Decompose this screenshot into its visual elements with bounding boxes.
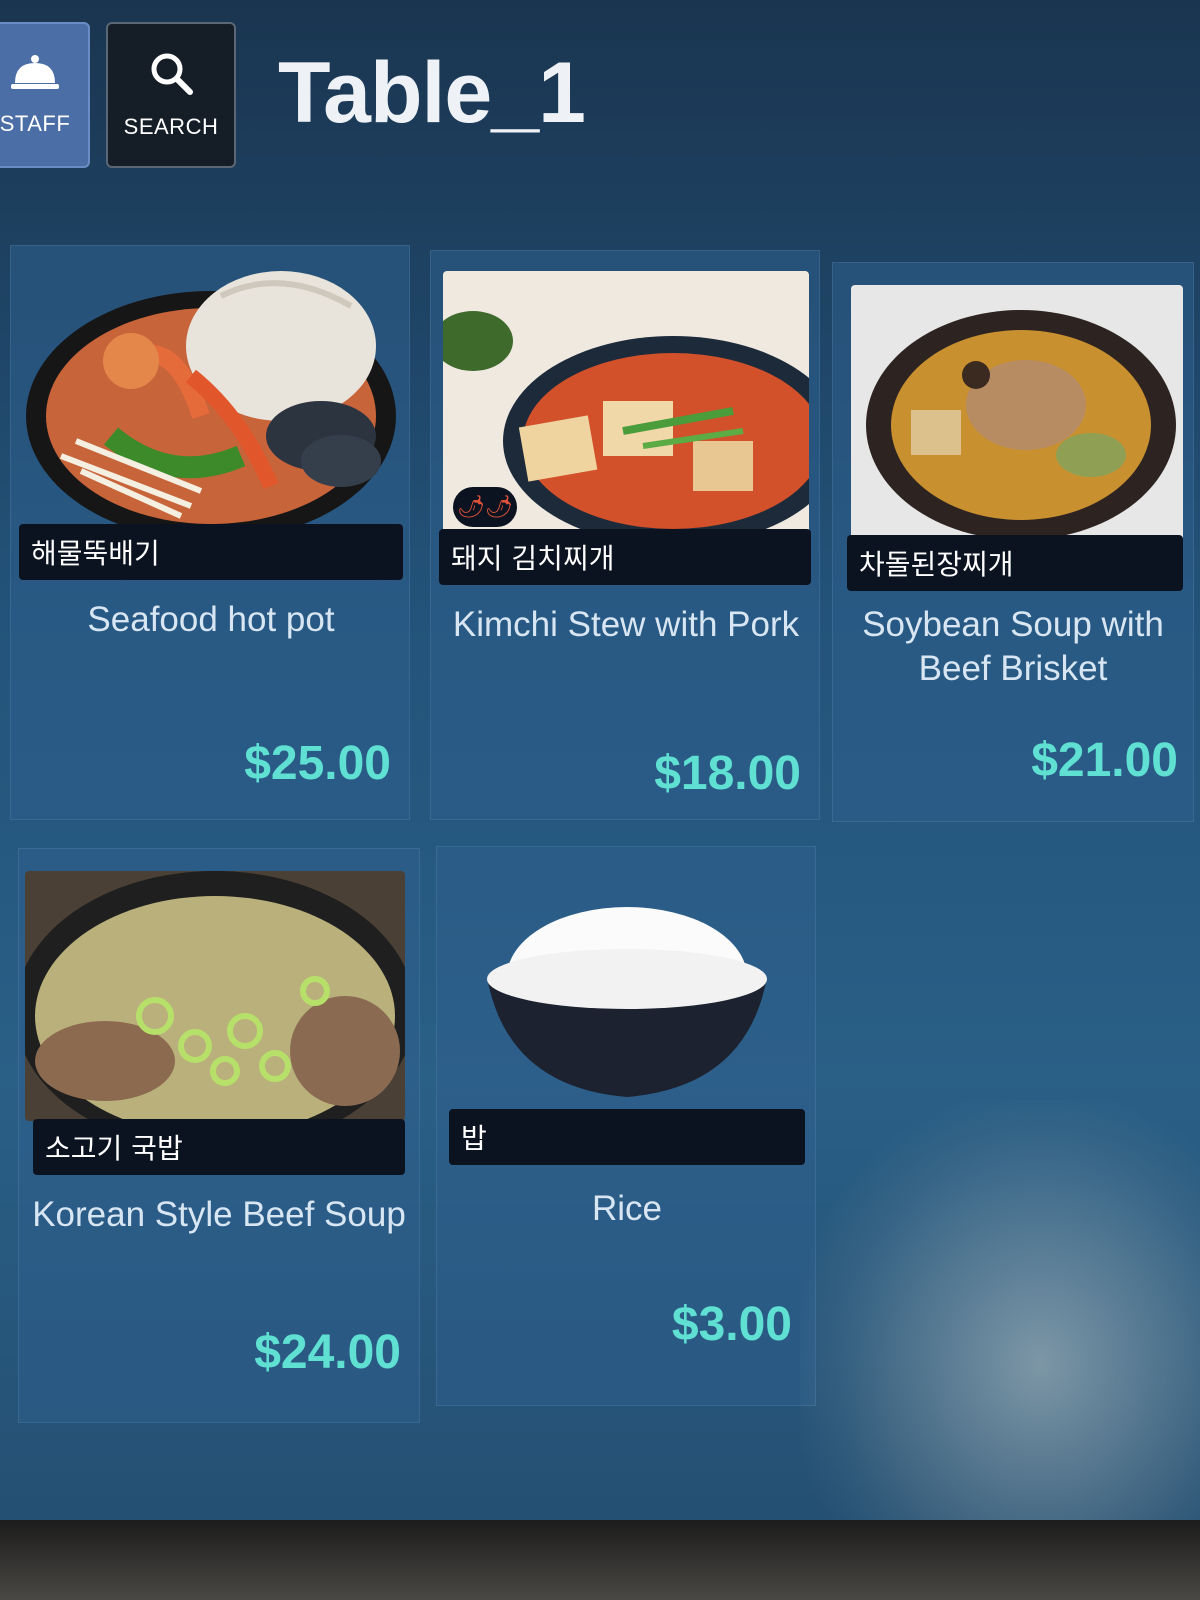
bell-icon xyxy=(11,55,59,89)
menu-item-beef-soup[interactable]: 소고기 국밥 Korean Style Beef Soup $24.00 xyxy=(18,848,420,1423)
chili-pepper-icon: 🌶🌶 xyxy=(457,494,513,520)
english-name: Soybean Soup with Beef Brisket xyxy=(862,605,1164,688)
header-bar: STAFF SEARCH Table_1 xyxy=(0,0,1200,190)
spicy-badge: 🌶🌶 xyxy=(453,487,517,527)
menu-item-kimchi-stew[interactable]: 🌶🌶 돼지 김치찌개 Kimchi Stew with Pork $18.00 xyxy=(430,250,820,820)
search-icon xyxy=(151,53,193,95)
price: $21.00 xyxy=(1031,734,1178,787)
korean-name: 밥 xyxy=(449,1109,805,1165)
seafood-hot-pot-photo xyxy=(21,266,401,536)
table-title: Table_1 xyxy=(278,45,586,141)
english-name: Kimchi Stew with Pork xyxy=(452,605,800,644)
beef-soup-photo xyxy=(25,871,405,1121)
staff-call-button[interactable]: STAFF xyxy=(0,22,90,168)
kimchi-stew-photo: 🌶🌶 xyxy=(443,271,809,541)
rice-bowl-photo xyxy=(467,897,787,1097)
korean-name: 소고기 국밥 xyxy=(33,1119,405,1175)
korean-name: 해물뚝배기 xyxy=(19,524,403,580)
menu-item-rice[interactable]: 밥 Rice $3.00 xyxy=(436,846,816,1406)
screen-bezel xyxy=(0,1520,1200,1600)
price: $3.00 xyxy=(671,1298,792,1351)
price: $18.00 xyxy=(654,747,801,800)
price: $25.00 xyxy=(244,737,391,790)
search-button[interactable]: SEARCH xyxy=(106,22,236,168)
english-name: Seafood hot pot xyxy=(87,600,335,639)
search-label: SEARCH xyxy=(123,114,219,139)
staff-label: STAFF xyxy=(0,111,71,136)
english-name: Rice xyxy=(591,1189,663,1228)
english-name: Korean Style Beef Soup xyxy=(32,1195,406,1234)
korean-name: 차돌된장찌개 xyxy=(847,535,1183,591)
kiosk-screen: STAFF SEARCH Table_1 해물뚝배기 Seafood hot p… xyxy=(0,0,1200,1540)
menu-item-soybean-soup[interactable]: 차돌된장찌개 Soybean Soup with Beef Brisket $2… xyxy=(832,262,1194,822)
korean-name: 돼지 김치찌개 xyxy=(439,529,811,585)
price: $24.00 xyxy=(254,1326,401,1379)
soybean-soup-photo xyxy=(851,285,1183,547)
menu-item-seafood-hot-pot[interactable]: 해물뚝배기 Seafood hot pot $25.00 xyxy=(10,245,410,820)
